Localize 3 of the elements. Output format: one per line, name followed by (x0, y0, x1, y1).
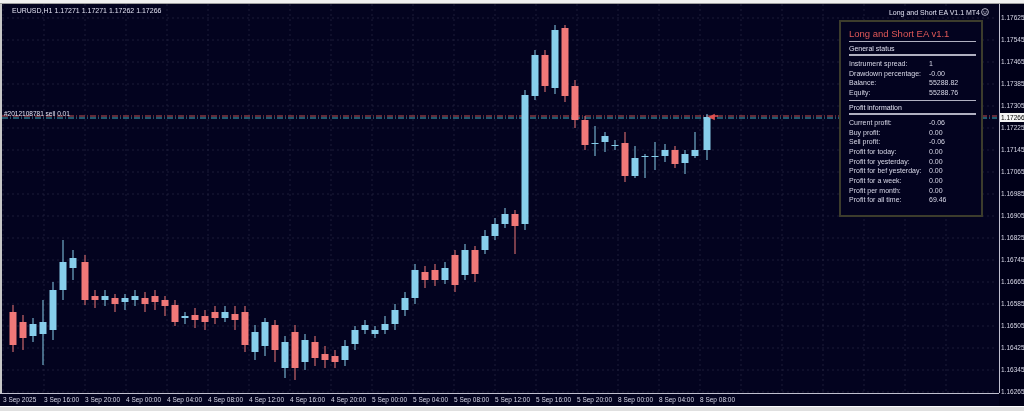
panel-title: Long and Short EA v1.1 (849, 28, 976, 42)
arrow-icon (709, 113, 719, 120)
smiley-icon (981, 8, 989, 16)
